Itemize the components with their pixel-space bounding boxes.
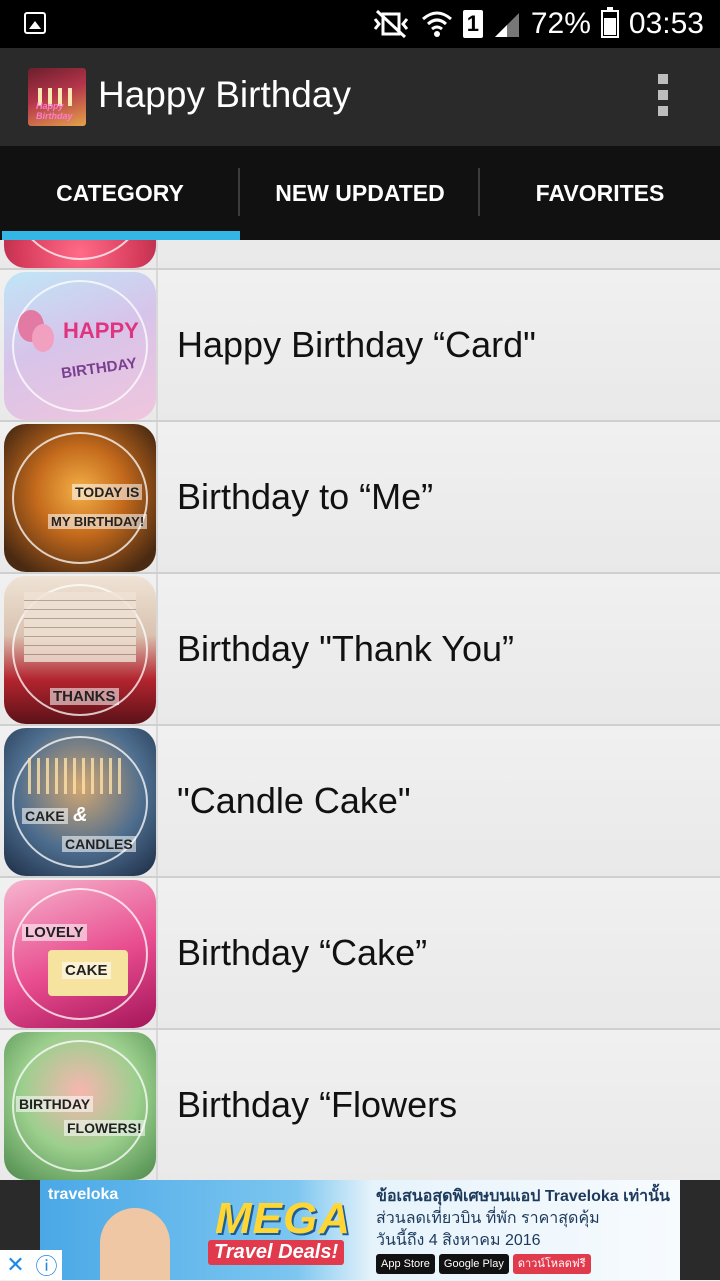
category-list[interactable]: HAPPY BIRTHDAY Happy Birthday “Card" TOD… — [0, 240, 720, 1180]
list-item[interactable]: BIRTHDAY FLOWERS! Birthday “Flowers — [0, 1030, 720, 1180]
sim-slot-icon: 1 — [462, 10, 483, 38]
category-label: Birthday “Cake” — [177, 932, 428, 973]
vibrate-mute-icon — [373, 9, 409, 39]
category-label: Birthday "Thank You” — [177, 628, 514, 669]
thumbnail-caption: MY BIRTHDAY! — [48, 514, 148, 529]
thumbnail-caption: CANDLES — [62, 836, 136, 852]
app-bar: Happy Birthday Happy Birthday — [0, 48, 720, 146]
thumbnail-caption: CAKE — [22, 808, 68, 824]
tab-label: NEW UPDATED — [275, 179, 445, 206]
tab-new-updated[interactable]: NEW UPDATED — [240, 146, 480, 240]
category-label: Birthday “Flowers — [177, 1084, 458, 1125]
ad-info-icon[interactable]: ⓘ — [31, 1250, 62, 1280]
thumbnail-caption: BIRTHDAY — [16, 1096, 94, 1112]
overflow-menu-icon[interactable] — [658, 74, 670, 120]
tab-favorites[interactable]: FAVORITES — [480, 146, 720, 240]
list-item[interactable]: LOVELY CAKE Birthday “Cake” — [0, 878, 720, 1030]
ad-download-button[interactable]: ดาวน์โหลดฟรี — [512, 1254, 591, 1274]
ad-person-image — [100, 1208, 170, 1280]
ad-subline: Travel Deals! — [208, 1240, 345, 1265]
category-label: Happy Birthday “Card" — [177, 324, 536, 365]
ad-headline: MEGA — [215, 1194, 351, 1243]
battery-percent: 72% — [530, 7, 591, 40]
category-thumbnail: THANKS — [4, 576, 156, 724]
category-thumbnail: TODAY IS MY BIRTHDAY! — [4, 424, 156, 572]
list-item[interactable]: CAKE & CANDLES "Candle Cake" — [0, 726, 720, 878]
category-label: "Candle Cake" — [177, 780, 411, 821]
gallery-notification-icon — [24, 12, 46, 34]
thumbnail-caption: FLOWERS! — [64, 1120, 145, 1136]
tab-label: CATEGORY — [56, 179, 184, 206]
battery-icon — [600, 7, 619, 38]
category-thumbnail: BIRTHDAY FLOWERS! — [4, 1032, 156, 1180]
category-label: Birthday to “Me” — [177, 476, 434, 517]
category-thumbnail: HAPPY BIRTHDAY — [4, 272, 156, 420]
thumbnail-caption: CAKE — [62, 962, 111, 979]
app-logo: Happy Birthday — [28, 68, 86, 126]
list-item[interactable]: HAPPY BIRTHDAY Happy Birthday “Card" — [0, 270, 720, 422]
category-thumbnail: LOVELY CAKE — [4, 880, 156, 1028]
thumbnail-caption: THANKS — [50, 688, 119, 705]
list-item[interactable]: TODAY IS MY BIRTHDAY! Birthday to “Me” — [0, 422, 720, 574]
tab-category[interactable]: CATEGORY — [0, 146, 240, 240]
app-logo-text: Happy Birthday — [36, 101, 73, 121]
thumbnail-caption: LOVELY — [22, 924, 87, 941]
thumbnail-caption: TODAY IS — [72, 484, 143, 500]
ad-badges: App Store Google Play ดาวน์โหลดฟรี — [376, 1254, 591, 1274]
signal-icon — [494, 13, 519, 37]
category-thumbnail: CAKE & CANDLES — [4, 728, 156, 876]
wifi-icon — [421, 11, 452, 37]
status-bar: 1 72% 03:53 — [0, 0, 720, 48]
ad-close-icon[interactable]: ✕ — [0, 1250, 31, 1280]
app-store-badge[interactable]: App Store — [376, 1254, 435, 1274]
ad-creative[interactable]: traveloka MEGA Travel Deals! ข้อเสนอสุดพ… — [40, 1180, 680, 1280]
clock: 03:53 — [628, 7, 704, 40]
ad-controls: ✕ ⓘ — [0, 1250, 62, 1280]
status-icons: 1 72% 03:53 — [371, 0, 704, 48]
ad-text-line: วันนี้ถึง 4 สิงหาคม 2016 — [376, 1232, 541, 1249]
thumbnail-caption: HAPPY — [63, 318, 139, 343]
list-item[interactable]: THANKS Birthday "Thank You” — [0, 574, 720, 726]
ad-banner[interactable]: traveloka MEGA Travel Deals! ข้อเสนอสุดพ… — [0, 1180, 720, 1280]
tab-bar: CATEGORY NEW UPDATED FAVORITES — [0, 146, 720, 240]
thumbnail-caption: & — [73, 804, 88, 826]
app-title: Happy Birthday — [98, 74, 351, 115]
category-thumbnail — [4, 240, 156, 268]
ad-brand-logo: traveloka — [48, 1186, 119, 1203]
google-play-badge[interactable]: Google Play — [438, 1254, 509, 1274]
list-item[interactable] — [0, 240, 720, 270]
tab-label: FAVORITES — [535, 179, 665, 206]
